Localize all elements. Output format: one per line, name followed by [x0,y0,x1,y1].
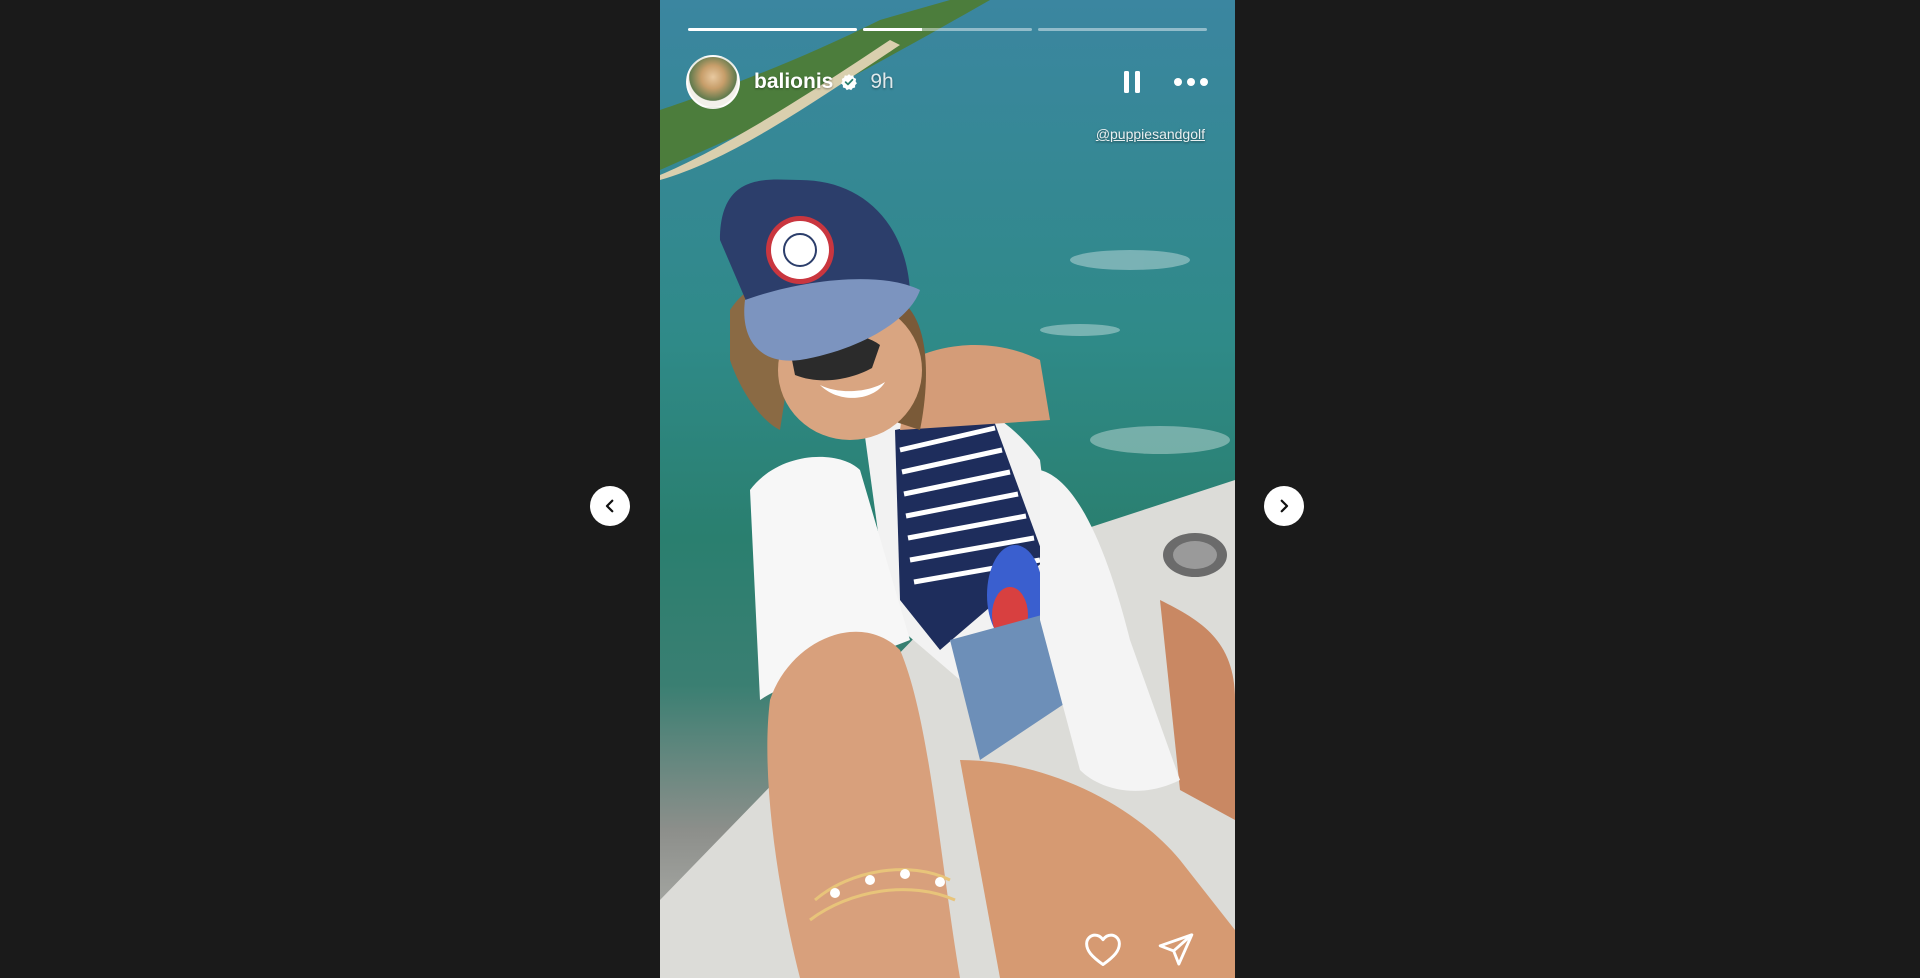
more-options-icon [1174,78,1208,86]
avatar[interactable] [686,55,740,109]
pause-icon [1124,71,1140,93]
story-photo [660,0,1235,978]
story-frame[interactable]: balionis 9h @puppiesandgolf [660,0,1235,978]
next-story-button[interactable] [1264,486,1304,526]
chevron-left-icon [605,499,614,513]
previous-story-button[interactable] [590,486,630,526]
verified-badge-icon [841,74,858,91]
story-viewer: balionis 9h @puppiesandgolf [0,0,1920,978]
send-icon [1158,933,1194,966]
progress-segment [1038,28,1207,31]
username[interactable]: balionis [754,70,833,94]
post-time: 9h [870,70,894,93]
story-actions [1083,931,1195,970]
chevron-right-icon [1280,499,1289,513]
more-options-button[interactable] [1173,77,1209,87]
progress-segment [688,28,857,31]
story-progress [688,28,1207,31]
heart-icon [1085,933,1121,967]
mention-sticker[interactable]: @puppiesandgolf [1096,126,1205,142]
like-button[interactable] [1083,931,1123,970]
progress-segment [863,28,1032,31]
pause-button[interactable] [1121,69,1143,95]
share-button[interactable] [1157,931,1195,970]
story-header: balionis 9h [686,54,1209,110]
